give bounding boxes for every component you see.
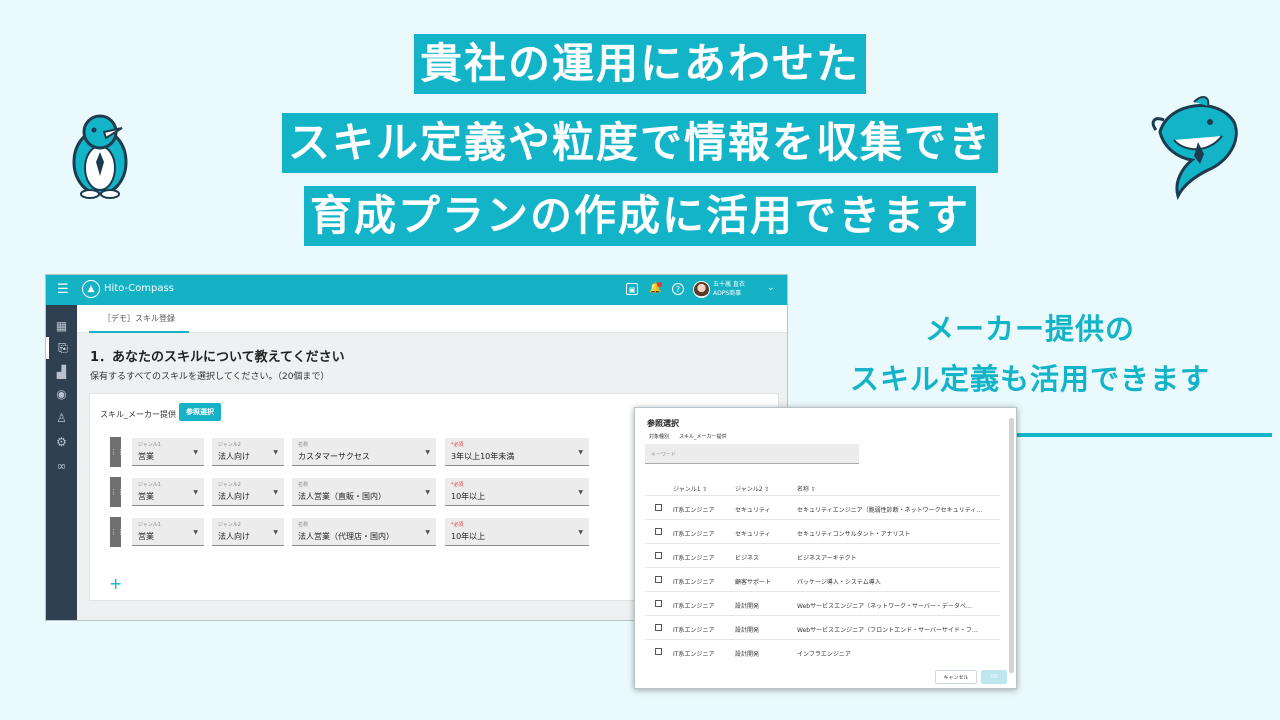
dropdown-arrow-icon: ▼ [578, 529, 583, 536]
dropdown-arrow-icon: ▼ [425, 489, 430, 496]
row-checkbox[interactable] [655, 624, 662, 631]
column-header-genre1[interactable]: ジャンル1 ⇧ [673, 484, 707, 493]
reference-table: ジャンル1 ⇧ ジャンル2 ⇧ 名称 ⇧ IT系エンジニア セキュリティ セキュリテ… [645, 480, 1000, 663]
table-header: ジャンル1 ⇧ ジャンル2 ⇧ 名称 ⇧ [645, 480, 1000, 495]
filter-value: スキル_メーカー提供 [679, 434, 727, 440]
dropdown-arrow-icon: ▼ [578, 489, 583, 496]
chart-icon[interactable]: ▟ [46, 361, 77, 383]
dolphin-mascot-icon [1151, 96, 1238, 201]
tab-bar: ［デモ］スキル登録 [77, 305, 787, 333]
row-checkbox[interactable] [655, 504, 662, 511]
profile-card-icon[interactable]: ▣ [626, 283, 638, 295]
brand-name: Hito-Compass [104, 283, 174, 294]
level-select[interactable]: *必須 10年以上 ▼ [445, 478, 589, 506]
level-select[interactable]: *必須 3年以上10年未満 ▼ [445, 438, 589, 466]
table-row[interactable]: IT系エンジニア セキュリティ セキュリティエンジニア（脆弱性診断・ネットワークセキ… [645, 495, 1000, 519]
ref-select-button[interactable]: 参照選択 [179, 403, 221, 421]
headline-line-2: スキル定義や粒度で情報を収集でき [0, 113, 1280, 173]
cancel-button[interactable]: キャンセル [935, 670, 977, 684]
headline-line-3: 育成プランの作成に活用できます [0, 186, 1280, 246]
dropdown-arrow-icon: ▼ [273, 529, 278, 536]
link-icon[interactable]: ∞ [46, 455, 77, 477]
reference-select-dialog: 参照選択 対象種別 スキル_メーカー提供 キーワード ジャンル1 ⇧ ジャンル2… [634, 407, 1017, 689]
genre2-select[interactable]: ジャンル2 法人向け ▼ [212, 478, 284, 506]
column-header-name[interactable]: 名称 ⇧ [797, 484, 997, 493]
dialog-scrollbar[interactable] [1009, 418, 1014, 673]
compass-logo-icon: ▲ [82, 280, 100, 298]
person-icon[interactable]: ♙ [46, 407, 77, 429]
search-person-icon[interactable]: ◉ [46, 383, 77, 405]
dropdown-arrow-icon: ▼ [193, 449, 198, 456]
headline-line-1: 貴社の運用にあわせた [0, 34, 1280, 94]
table-row[interactable]: IT系エンジニア セキュリティ セキュリティコンサルタント・アナリスト [645, 519, 1000, 543]
penguin-mascot-icon [72, 114, 128, 199]
row-checkbox[interactable] [655, 528, 662, 535]
dropdown-arrow-icon: ▼ [193, 529, 198, 536]
row-checkbox[interactable] [655, 648, 662, 655]
settings-icon[interactable]: ⚙ [46, 431, 77, 453]
name-select[interactable]: 名称 法人営業（代理店・国内） ▼ [292, 518, 436, 546]
column-header-genre2[interactable]: ジャンル2 ⇧ [735, 484, 769, 493]
dropdown-arrow-icon: ▼ [425, 529, 430, 536]
question-title: 1．あなたのスキルについて教えてください [90, 350, 345, 365]
genre1-select[interactable]: ジャンル1 営業 ▼ [132, 438, 204, 466]
table-row[interactable]: IT系エンジニア 顧客サポート パッケージ導入・システム導入 [645, 567, 1000, 591]
table-row[interactable]: IT系エンジニア 設計開発 Webサービスエンジニア（フロントエンド・サーバーサイド… [645, 615, 1000, 639]
help-icon[interactable]: ? [672, 283, 684, 295]
dashboard-icon[interactable]: ▦ [46, 315, 77, 337]
top-bar: ☰ ▲ Hito-Compass ▣ 🔔 ? 五十嵐 直衣 ADPS商事 ⌄ [46, 275, 787, 305]
dialog-title: 参照選択 [647, 419, 679, 428]
dropdown-arrow-icon: ▼ [273, 489, 278, 496]
source-label: スキル_メーカー提供 [100, 410, 176, 419]
name-select[interactable]: 名称 カスタマーサクセス ▼ [292, 438, 436, 466]
user-company: ADPS商事 [713, 290, 742, 297]
question-subtitle: 保有するすべてのスキルを選択してください。（20個まで） [90, 372, 330, 382]
table-row[interactable]: IT系エンジニア 設計開発 インフラエンジニア [645, 639, 1000, 663]
genre1-select[interactable]: ジャンル1 営業 ▼ [132, 478, 204, 506]
genre2-select[interactable]: ジャンル2 法人向け ▼ [212, 438, 284, 466]
add-skill-button[interactable]: + [109, 574, 122, 593]
drag-handle-icon[interactable]: ⋮⋮ [110, 477, 124, 507]
sidebar: ▦ ⎘ ▟ ◉ ♙ ⚙ ∞ [46, 305, 77, 620]
genre1-select[interactable]: ジャンル1 営業 ▼ [132, 518, 204, 546]
name-select[interactable]: 名称 法人営業（直販・国内） ▼ [292, 478, 436, 506]
dropdown-arrow-icon: ▼ [193, 489, 198, 496]
user-info[interactable]: 五十嵐 直衣 ADPS商事 [713, 280, 745, 298]
dropdown-arrow-icon: ▼ [425, 449, 430, 456]
document-import-icon[interactable]: ⎘ [46, 337, 77, 359]
ok-button[interactable]: OK [981, 670, 1007, 684]
side-note-line-1: メーカー提供の [924, 312, 1135, 346]
filter-key: 対象種別 [649, 434, 670, 440]
row-checkbox[interactable] [655, 600, 662, 607]
row-checkbox[interactable] [655, 552, 662, 559]
dropdown-arrow-icon: ▼ [578, 449, 583, 456]
hamburger-menu-icon[interactable]: ☰ [57, 282, 69, 297]
table-row[interactable]: IT系エンジニア 設計開発 Webサービスエンジニア（ネットワーク・サーバー・データ… [645, 591, 1000, 615]
drag-handle-icon[interactable]: ⋮⋮ [110, 437, 124, 467]
bell-icon[interactable]: 🔔 [649, 282, 662, 295]
chevron-down-icon[interactable]: ⌄ [767, 283, 775, 293]
level-select[interactable]: *必須 10年以上 ▼ [445, 518, 589, 546]
dropdown-arrow-icon: ▼ [273, 449, 278, 456]
table-row[interactable]: IT系エンジニア ビジネス ビジネスアーキテクト [645, 543, 1000, 567]
row-checkbox[interactable] [655, 576, 662, 583]
user-name: 五十嵐 直衣 [713, 281, 745, 288]
drag-handle-icon[interactable]: ⋮⋮ [110, 517, 124, 547]
tab-skill-registration[interactable]: ［デモ］スキル登録 [89, 305, 189, 333]
keyword-input[interactable]: キーワード [645, 444, 859, 464]
avatar[interactable] [693, 281, 710, 298]
genre2-select[interactable]: ジャンル2 法人向け ▼ [212, 518, 284, 546]
side-note-line-2: スキル定義も活用できます [849, 362, 1210, 396]
